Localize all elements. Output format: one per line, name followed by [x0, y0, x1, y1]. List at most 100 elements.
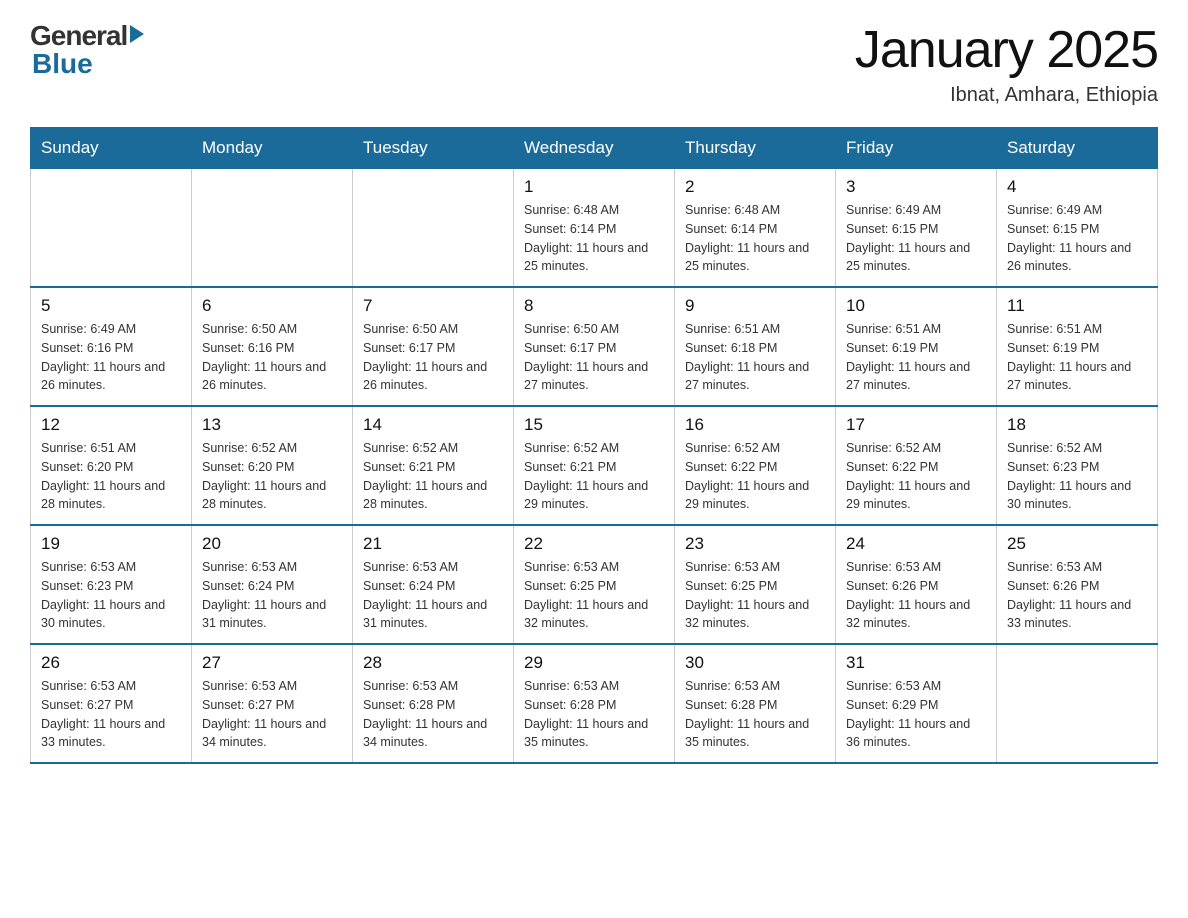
day-info: Sunrise: 6:53 AM Sunset: 6:27 PM Dayligh…	[202, 677, 342, 752]
day-info: Sunrise: 6:53 AM Sunset: 6:23 PM Dayligh…	[41, 558, 181, 633]
calendar-cell: 25 Sunrise: 6:53 AM Sunset: 6:26 PM Dayli…	[997, 525, 1158, 644]
day-number: 4	[1007, 177, 1147, 197]
day-number: 29	[524, 653, 664, 673]
day-info: Sunrise: 6:48 AM Sunset: 6:14 PM Dayligh…	[685, 201, 825, 276]
calendar-cell: 13 Sunrise: 6:52 AM Sunset: 6:20 PM Dayli…	[192, 406, 353, 525]
day-info: Sunrise: 6:52 AM Sunset: 6:21 PM Dayligh…	[524, 439, 664, 514]
calendar-cell: 12 Sunrise: 6:51 AM Sunset: 6:20 PM Dayli…	[31, 406, 192, 525]
day-info: Sunrise: 6:49 AM Sunset: 6:15 PM Dayligh…	[1007, 201, 1147, 276]
calendar-cell	[192, 169, 353, 288]
day-info: Sunrise: 6:49 AM Sunset: 6:15 PM Dayligh…	[846, 201, 986, 276]
day-number: 21	[363, 534, 503, 554]
day-number: 7	[363, 296, 503, 316]
calendar-cell: 4 Sunrise: 6:49 AM Sunset: 6:15 PM Daylig…	[997, 169, 1158, 288]
header-day-wednesday: Wednesday	[514, 128, 675, 169]
calendar-cell: 10Sunrise: 6:51 AM Sunset: 6:19 PM Dayli…	[836, 287, 997, 406]
calendar-cell: 24Sunrise: 6:53 AM Sunset: 6:26 PM Dayli…	[836, 525, 997, 644]
calendar-cell: 9 Sunrise: 6:51 AM Sunset: 6:18 PM Daylig…	[675, 287, 836, 406]
day-number: 17	[846, 415, 986, 435]
calendar-cell: 14 Sunrise: 6:52 AM Sunset: 6:21 PM Dayli…	[353, 406, 514, 525]
day-number: 19	[41, 534, 181, 554]
day-info: Sunrise: 6:53 AM Sunset: 6:24 PM Dayligh…	[202, 558, 342, 633]
day-info: Sunrise: 6:51 AM Sunset: 6:20 PM Dayligh…	[41, 439, 181, 514]
day-number: 23	[685, 534, 825, 554]
page-header: General Blue January 2025 Ibnat, Amhara,…	[30, 20, 1158, 107]
day-number: 3	[846, 177, 986, 197]
calendar-body: 1 Sunrise: 6:48 AM Sunset: 6:14 PM Daylig…	[31, 169, 1158, 764]
day-number: 26	[41, 653, 181, 673]
day-number: 20	[202, 534, 342, 554]
day-number: 11	[1007, 296, 1147, 316]
week-row-5: 26 Sunrise: 6:53 AM Sunset: 6:27 PM Dayli…	[31, 644, 1158, 763]
day-info: Sunrise: 6:52 AM Sunset: 6:20 PM Dayligh…	[202, 439, 342, 514]
day-info: Sunrise: 6:52 AM Sunset: 6:22 PM Dayligh…	[846, 439, 986, 514]
day-number: 30	[685, 653, 825, 673]
day-info: Sunrise: 6:52 AM Sunset: 6:23 PM Dayligh…	[1007, 439, 1147, 514]
day-number: 2	[685, 177, 825, 197]
day-info: Sunrise: 6:50 AM Sunset: 6:17 PM Dayligh…	[363, 320, 503, 395]
day-number: 9	[685, 296, 825, 316]
calendar-cell: 22 Sunrise: 6:53 AM Sunset: 6:25 PM Dayli…	[514, 525, 675, 644]
day-number: 6	[202, 296, 342, 316]
day-number: 28	[363, 653, 503, 673]
title-section: January 2025 Ibnat, Amhara, Ethiopia	[855, 20, 1158, 107]
day-info: Sunrise: 6:52 AM Sunset: 6:21 PM Dayligh…	[363, 439, 503, 514]
header-day-sunday: Sunday	[31, 128, 192, 169]
day-info: Sunrise: 6:53 AM Sunset: 6:26 PM Dayligh…	[1007, 558, 1147, 633]
day-number: 14	[363, 415, 503, 435]
day-info: Sunrise: 6:49 AM Sunset: 6:16 PM Dayligh…	[41, 320, 181, 395]
calendar-cell: 8 Sunrise: 6:50 AM Sunset: 6:17 PM Daylig…	[514, 287, 675, 406]
calendar-cell: 7 Sunrise: 6:50 AM Sunset: 6:17 PM Daylig…	[353, 287, 514, 406]
day-number: 27	[202, 653, 342, 673]
day-number: 8	[524, 296, 664, 316]
day-info: Sunrise: 6:50 AM Sunset: 6:16 PM Dayligh…	[202, 320, 342, 395]
calendar-table: SundayMondayTuesdayWednesdayThursdayFrid…	[30, 127, 1158, 764]
calendar-cell: 28 Sunrise: 6:53 AM Sunset: 6:28 PM Dayli…	[353, 644, 514, 763]
week-row-4: 19 Sunrise: 6:53 AM Sunset: 6:23 PM Dayli…	[31, 525, 1158, 644]
calendar-title: January 2025	[855, 20, 1158, 80]
calendar-cell: 16 Sunrise: 6:52 AM Sunset: 6:22 PM Dayli…	[675, 406, 836, 525]
day-info: Sunrise: 6:51 AM Sunset: 6:19 PM Dayligh…	[1007, 320, 1147, 395]
day-info: Sunrise: 6:51 AM Sunset: 6:18 PM Dayligh…	[685, 320, 825, 395]
day-info: Sunrise: 6:53 AM Sunset: 6:24 PM Dayligh…	[363, 558, 503, 633]
day-number: 13	[202, 415, 342, 435]
day-info: Sunrise: 6:53 AM Sunset: 6:28 PM Dayligh…	[524, 677, 664, 752]
day-info: Sunrise: 6:53 AM Sunset: 6:28 PM Dayligh…	[363, 677, 503, 752]
day-number: 15	[524, 415, 664, 435]
week-row-2: 5 Sunrise: 6:49 AM Sunset: 6:16 PM Daylig…	[31, 287, 1158, 406]
calendar-cell	[997, 644, 1158, 763]
day-number: 5	[41, 296, 181, 316]
day-number: 22	[524, 534, 664, 554]
calendar-cell: 11 Sunrise: 6:51 AM Sunset: 6:19 PM Dayli…	[997, 287, 1158, 406]
day-info: Sunrise: 6:53 AM Sunset: 6:29 PM Dayligh…	[846, 677, 986, 752]
day-info: Sunrise: 6:53 AM Sunset: 6:27 PM Dayligh…	[41, 677, 181, 752]
day-info: Sunrise: 6:51 AM Sunset: 6:19 PM Dayligh…	[846, 320, 986, 395]
calendar-cell: 6 Sunrise: 6:50 AM Sunset: 6:16 PM Daylig…	[192, 287, 353, 406]
day-info: Sunrise: 6:53 AM Sunset: 6:28 PM Dayligh…	[685, 677, 825, 752]
calendar-subtitle: Ibnat, Amhara, Ethiopia	[855, 84, 1158, 107]
day-info: Sunrise: 6:53 AM Sunset: 6:26 PM Dayligh…	[846, 558, 986, 633]
day-number: 1	[524, 177, 664, 197]
logo-blue-text: Blue	[32, 48, 93, 80]
calendar-cell: 31 Sunrise: 6:53 AM Sunset: 6:29 PM Dayli…	[836, 644, 997, 763]
day-number: 31	[846, 653, 986, 673]
day-number: 12	[41, 415, 181, 435]
calendar-cell: 15 Sunrise: 6:52 AM Sunset: 6:21 PM Dayli…	[514, 406, 675, 525]
day-info: Sunrise: 6:53 AM Sunset: 6:25 PM Dayligh…	[685, 558, 825, 633]
day-info: Sunrise: 6:48 AM Sunset: 6:14 PM Dayligh…	[524, 201, 664, 276]
calendar-cell: 3 Sunrise: 6:49 AM Sunset: 6:15 PM Daylig…	[836, 169, 997, 288]
calendar-cell: 2 Sunrise: 6:48 AM Sunset: 6:14 PM Daylig…	[675, 169, 836, 288]
calendar-cell: 1 Sunrise: 6:48 AM Sunset: 6:14 PM Daylig…	[514, 169, 675, 288]
day-number: 16	[685, 415, 825, 435]
day-info: Sunrise: 6:52 AM Sunset: 6:22 PM Dayligh…	[685, 439, 825, 514]
calendar-cell: 19 Sunrise: 6:53 AM Sunset: 6:23 PM Dayli…	[31, 525, 192, 644]
header-day-monday: Monday	[192, 128, 353, 169]
day-info: Sunrise: 6:50 AM Sunset: 6:17 PM Dayligh…	[524, 320, 664, 395]
calendar-cell: 27 Sunrise: 6:53 AM Sunset: 6:27 PM Dayli…	[192, 644, 353, 763]
day-number: 25	[1007, 534, 1147, 554]
day-info: Sunrise: 6:53 AM Sunset: 6:25 PM Dayligh…	[524, 558, 664, 633]
logo-arrow-icon	[130, 25, 144, 43]
calendar-cell: 5 Sunrise: 6:49 AM Sunset: 6:16 PM Daylig…	[31, 287, 192, 406]
calendar-cell: 20 Sunrise: 6:53 AM Sunset: 6:24 PM Dayli…	[192, 525, 353, 644]
calendar-cell	[31, 169, 192, 288]
